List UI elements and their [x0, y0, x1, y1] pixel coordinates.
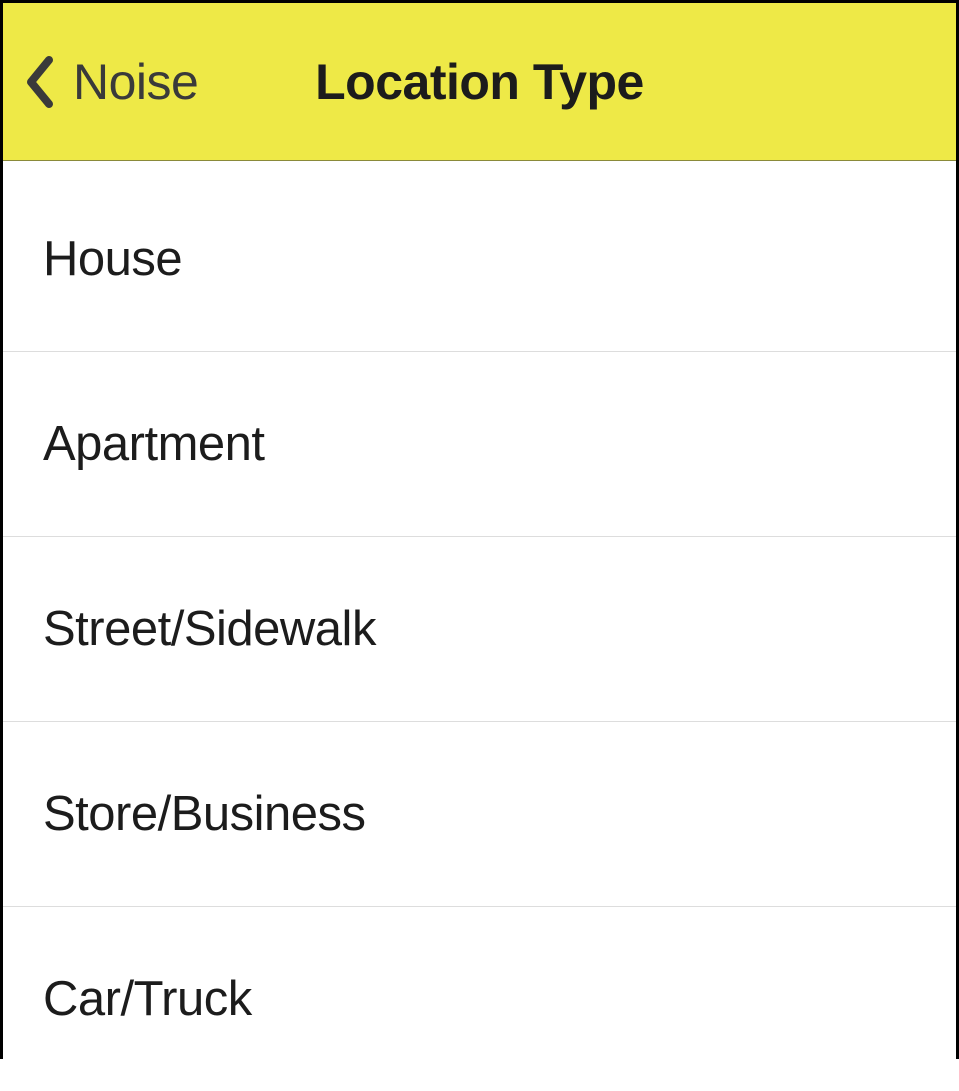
back-label: Noise	[73, 53, 198, 111]
location-type-list: House Apartment Street/Sidewalk Store/Bu…	[3, 161, 956, 1091]
list-item-label: Store/Business	[43, 787, 366, 841]
list-item-street-sidewalk[interactable]: Street/Sidewalk	[3, 537, 956, 722]
navigation-header: Noise Location Type	[3, 3, 956, 161]
list-item-label: House	[43, 232, 182, 286]
list-item-label: Car/Truck	[43, 972, 252, 1026]
list-item-label: Street/Sidewalk	[43, 602, 376, 656]
list-item-apartment[interactable]: Apartment	[3, 352, 956, 537]
list-item-label: Apartment	[43, 417, 265, 471]
list-item-car-truck[interactable]: Car/Truck	[3, 907, 956, 1091]
back-button[interactable]: Noise	[23, 53, 198, 111]
list-item-house[interactable]: House	[3, 161, 956, 352]
list-item-store-business[interactable]: Store/Business	[3, 722, 956, 907]
chevron-left-icon	[23, 56, 55, 108]
